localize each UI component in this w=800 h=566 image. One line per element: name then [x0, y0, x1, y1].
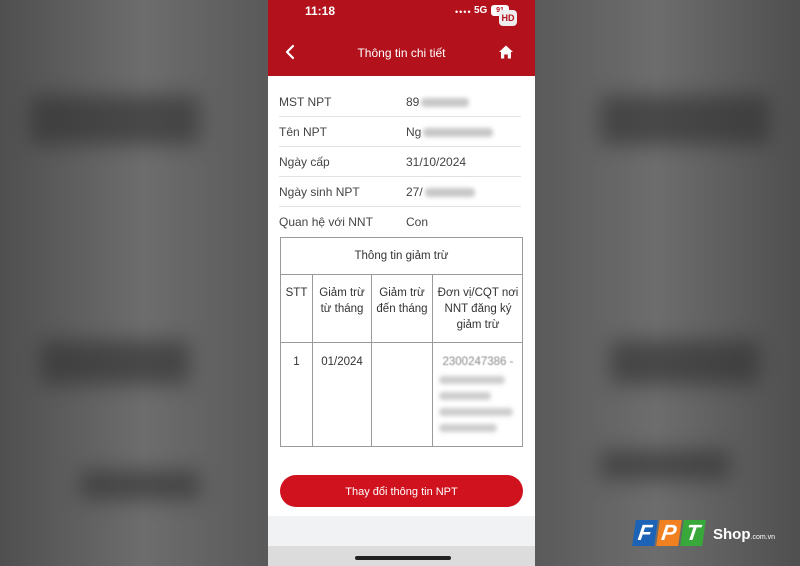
phone-screen: 11:18 •••• 5G 91 HD Thông tin chi tiết M… — [268, 0, 535, 566]
field-label: Ngày sinh NPT — [279, 185, 360, 199]
field-value: Ng — [406, 125, 494, 139]
field-value: 27/ — [406, 185, 475, 199]
field-label: Ngày cấp — [279, 155, 330, 169]
logo-letter-p: P — [656, 520, 682, 546]
cell-from: 01/2024 — [321, 356, 363, 368]
field-value: 89 — [406, 95, 470, 109]
field-ngay-cap: Ngày cấp 31/10/2024 — [279, 146, 521, 177]
field-ngay-sinh-npt: Ngày sinh NPT 27/ — [279, 176, 521, 207]
cell-unit: 2300247386 - — [442, 356, 514, 368]
home-indicator — [355, 556, 451, 560]
logo-letter-f: F — [632, 520, 658, 546]
field-label: MST NPT — [279, 95, 332, 109]
network-label: 5G — [474, 5, 488, 16]
app-header: 11:18 •••• 5G 91 HD Thông tin chi tiết — [268, 0, 535, 76]
signal-icon: •••• — [455, 7, 472, 17]
detail-content: MST NPT 89 Tên NPT Ng Ngày cấp 31/10/202… — [268, 76, 535, 516]
change-npt-button[interactable]: Thay đổi thông tin NPT — [280, 475, 523, 507]
home-icon[interactable] — [498, 44, 514, 60]
deduction-table: Thông tin giảm trừ STT Giảm trừ từ tháng… — [280, 237, 523, 447]
hd-badge: HD — [499, 10, 517, 26]
field-value: Con — [406, 215, 429, 229]
field-ten-npt: Tên NPT Ng — [279, 116, 521, 147]
status-time: 11:18 — [305, 4, 336, 18]
logo-shop-text: Shop.com.vn — [713, 526, 776, 543]
logo-letter-t: T — [680, 520, 706, 546]
column-header-stt: STT — [285, 287, 308, 299]
field-mst-npt: MST NPT 89 — [279, 86, 521, 117]
field-value: 31/10/2024 — [406, 155, 467, 169]
field-label: Quan hệ với NNT — [279, 215, 373, 229]
page-title: Thông tin chi tiết — [357, 46, 446, 60]
column-header-from: Giảm trừ từ tháng — [319, 287, 365, 315]
field-label: Tên NPT — [279, 125, 328, 139]
column-header-to: Giảm trừ đến tháng — [376, 287, 428, 315]
table-title: Thông tin giảm trừ — [281, 238, 522, 275]
field-quan-he: Quan hệ với NNT Con — [279, 206, 521, 236]
cell-stt: 1 — [293, 356, 300, 368]
column-header-unit: Đơn vị/CQT nơi NNT đăng ký giảm trừ — [437, 287, 519, 331]
